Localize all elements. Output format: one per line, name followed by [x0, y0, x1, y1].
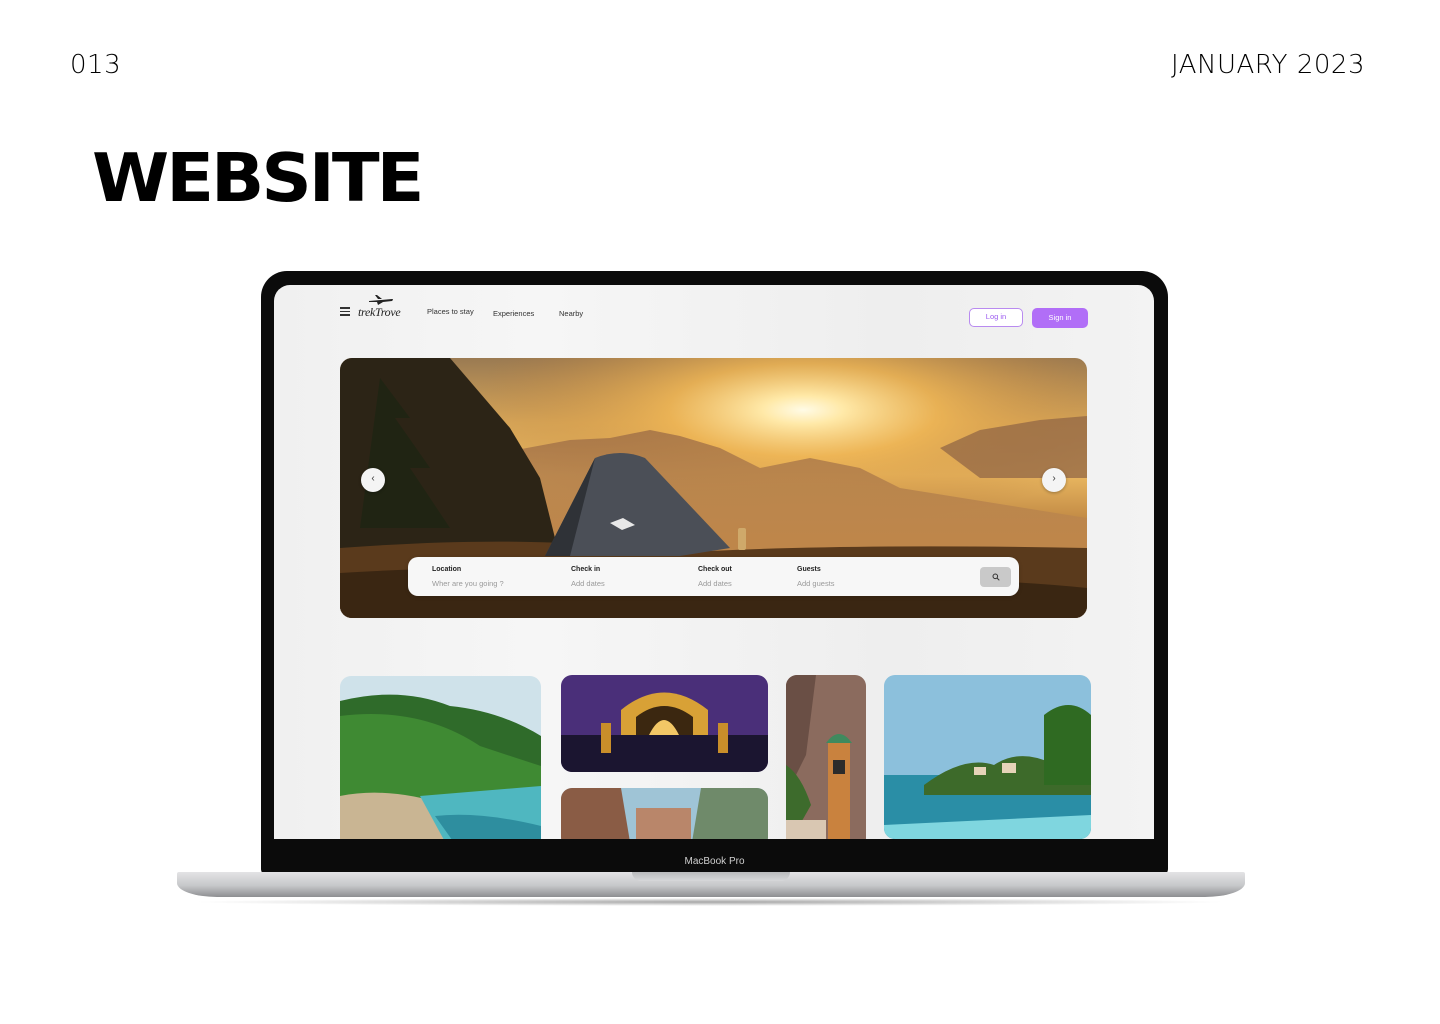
laptop-shadow: [190, 898, 1230, 906]
nav-nearby[interactable]: Nearby: [559, 309, 583, 318]
cliff-tower-image: [786, 675, 866, 839]
guests-label: Guests: [797, 566, 821, 573]
island-pool-photo[interactable]: [884, 675, 1091, 839]
search-icon: [992, 573, 1000, 581]
plane-icon: [369, 295, 393, 305]
menu-icon[interactable]: [340, 307, 350, 316]
laptop-screen: trekTrove Places to stay Experiences Nea…: [274, 285, 1154, 839]
island-pool-image: [884, 675, 1091, 839]
checkin-label: Check in: [571, 566, 601, 573]
logo-text: trekTrove: [358, 305, 401, 319]
cliff-tower-photo[interactable]: [786, 675, 866, 839]
palace-of-fine-arts-image: [561, 675, 768, 772]
checkout-label: Check out: [698, 566, 732, 573]
tropical-beach-image: [340, 676, 541, 839]
street-image: [561, 788, 768, 839]
nav-places-to-stay[interactable]: Places to stay: [427, 307, 474, 316]
page-date: JANUARY 2023: [1171, 50, 1365, 80]
carousel-prev-button[interactable]: ‹: [361, 468, 385, 492]
page-number: 013: [70, 50, 122, 80]
page-title: WEBSITE: [92, 139, 424, 217]
login-button[interactable]: Log in: [969, 308, 1023, 327]
laptop-base: [177, 872, 1245, 897]
street-photo[interactable]: [561, 788, 768, 839]
laptop-notch: [632, 872, 790, 881]
tropical-beach-photo[interactable]: [340, 676, 541, 839]
signin-button[interactable]: Sign in: [1032, 308, 1088, 328]
site-logo[interactable]: trekTrove: [358, 295, 413, 319]
search-bar: Location Wher are you going ? Check in A…: [408, 557, 1019, 596]
hero-carousel: ‹ › Location Wher are you going ? Check …: [340, 358, 1087, 618]
location-input[interactable]: Wher are you going ?: [432, 579, 504, 588]
checkin-input[interactable]: Add dates: [571, 579, 605, 588]
guests-input[interactable]: Add guests: [797, 579, 835, 588]
nav-experiences[interactable]: Experiences: [493, 309, 534, 318]
palace-of-fine-arts-photo[interactable]: [561, 675, 768, 772]
location-label: Location: [432, 566, 462, 573]
carousel-next-button[interactable]: ›: [1042, 468, 1066, 492]
chevron-right-icon: ›: [1052, 473, 1056, 484]
chevron-left-icon: ‹: [371, 473, 375, 484]
bezel-label: MacBook Pro: [684, 856, 745, 867]
search-button[interactable]: [980, 567, 1011, 587]
checkout-input[interactable]: Add dates: [698, 579, 732, 588]
